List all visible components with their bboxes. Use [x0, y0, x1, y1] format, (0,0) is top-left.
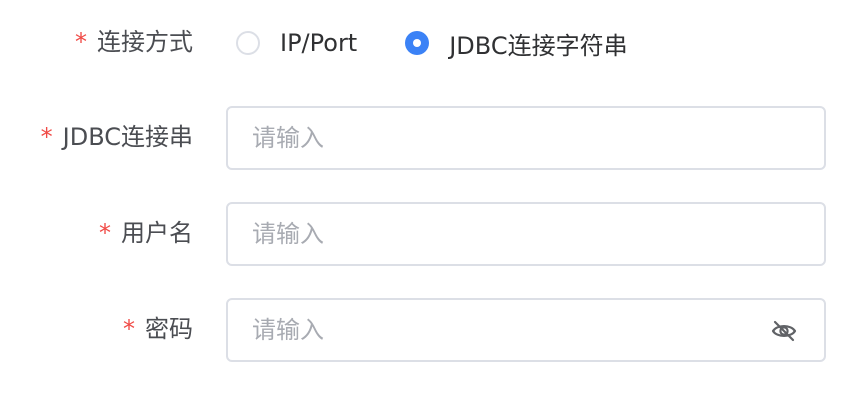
connection-method-label-text: 连接方式: [97, 28, 193, 56]
username-input[interactable]: [252, 204, 752, 264]
radio-jdbc-string-circle[interactable]: [405, 31, 430, 55]
required-mark: *: [40, 123, 53, 151]
radio-ip-port-circle[interactable]: [236, 31, 260, 55]
password-row: * 密码: [0, 298, 868, 362]
connection-method-radio-group: IP/Port JDBC连接字符串: [236, 26, 628, 60]
username-label-text: 用户名: [121, 219, 193, 247]
required-mark: *: [99, 219, 111, 247]
jdbc-row: * JDBC连接串: [0, 106, 868, 170]
username-row: * 用户名: [0, 202, 868, 266]
jdbc-label: * JDBC连接串: [41, 121, 193, 153]
jdbc-input-wrapper[interactable]: [226, 106, 826, 170]
required-mark: *: [123, 315, 135, 343]
radio-ip-port[interactable]: IP/Port: [236, 29, 357, 57]
password-input-wrapper[interactable]: [226, 298, 826, 362]
jdbc-input[interactable]: [252, 108, 752, 168]
radio-jdbc-string[interactable]: JDBC连接字符串: [405, 26, 628, 61]
jdbc-label-text: JDBC连接串: [62, 123, 193, 151]
required-mark: *: [75, 28, 87, 56]
username-input-wrapper[interactable]: [226, 202, 826, 266]
connection-method-label: * 连接方式: [75, 26, 193, 58]
radio-jdbc-string-label[interactable]: JDBC连接字符串: [449, 26, 627, 61]
password-label-text: 密码: [145, 315, 193, 343]
eye-slash-icon[interactable]: [770, 317, 798, 345]
password-input[interactable]: [252, 300, 752, 360]
username-label: * 用户名: [99, 217, 193, 249]
connection-method-row: * 连接方式 IP/Port JDBC连接字符串: [0, 26, 868, 60]
radio-ip-port-label[interactable]: IP/Port: [280, 29, 357, 57]
password-label: * 密码: [123, 313, 193, 345]
